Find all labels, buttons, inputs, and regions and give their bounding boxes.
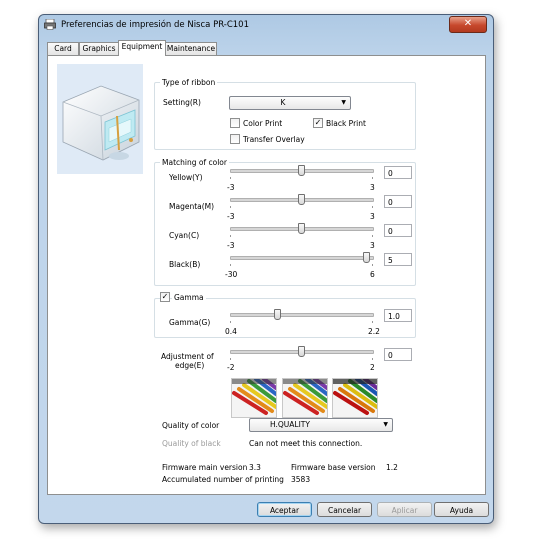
ok-button[interactable]: Aceptar: [257, 502, 312, 517]
magenta-value-field[interactable]: 0: [384, 195, 412, 208]
gamma-tick-max: [372, 321, 373, 323]
gamma-slider-thumb[interactable]: [274, 309, 281, 320]
edge-min: -2: [227, 363, 235, 372]
magenta-tick-max: [372, 206, 373, 208]
black-max: 6: [370, 270, 375, 279]
setting-label: Setting(R): [163, 98, 201, 107]
cyan-value-field[interactable]: 0: [384, 224, 412, 237]
edge-preview-image-soft: [231, 378, 277, 418]
magenta-min: -3: [227, 212, 235, 221]
gamma-value-field[interactable]: 1.0: [384, 309, 412, 322]
black-tick-max: [372, 264, 373, 266]
edge-value-field[interactable]: 0: [384, 348, 412, 361]
chevron-down-icon: ▼: [341, 99, 346, 106]
checkmark-icon: ✓: [161, 292, 169, 301]
magenta-max: 3: [370, 212, 375, 221]
edge-max: 2: [370, 363, 375, 372]
tab-graphics[interactable]: Graphics: [79, 42, 119, 55]
color-matching-title: Matching of color: [160, 158, 229, 167]
edge-tick-max: [372, 358, 373, 360]
magenta-label: Magenta(M): [169, 202, 215, 211]
cyan-max: 3: [370, 241, 375, 250]
gamma-checkbox[interactable]: ✓: [160, 292, 170, 302]
gamma-max: 2.2: [368, 327, 380, 336]
quality-black-note: Can not meet this connection.: [249, 439, 363, 448]
tab-equipment[interactable]: Equipment: [118, 40, 166, 56]
gamma-checkbox-label: Gamma: [172, 293, 206, 302]
printer-icon: [44, 19, 56, 30]
quality-color-value: H.QUALITY: [270, 420, 310, 429]
black-tick-min: [230, 264, 231, 266]
fw-base-label: Firmware base version: [291, 463, 376, 472]
black-print-checkbox[interactable]: ✓: [313, 118, 323, 128]
magenta-slider-thumb[interactable]: [298, 194, 305, 205]
edge-preview-image-sharp: [332, 378, 378, 418]
checkmark-icon: ✓: [314, 118, 322, 127]
fw-main-label: Firmware main version: [162, 463, 248, 472]
black-value-field[interactable]: 5: [384, 253, 412, 266]
yellow-min: -3: [227, 183, 235, 192]
window-title: Preferencias de impresión de Nisca PR-C1…: [61, 20, 249, 30]
gamma-label: Gamma(G): [169, 318, 211, 327]
gamma-tick-min: [230, 321, 231, 323]
cancel-button[interactable]: Cancelar: [317, 502, 372, 517]
accum-label: Accumulated number of printing: [162, 475, 284, 484]
cyan-min: -3: [227, 241, 235, 250]
cyan-tick-min: [230, 235, 231, 237]
black-label: Black(B): [169, 260, 201, 269]
cyan-slider-thumb[interactable]: [298, 223, 305, 234]
color-print-checkbox[interactable]: [230, 118, 240, 128]
black-slider-thumb[interactable]: [363, 252, 370, 263]
edge-preview-image-normal: [282, 378, 328, 418]
black-slider-track[interactable]: [230, 256, 374, 260]
color-print-label: Color Print: [243, 119, 283, 128]
cyan-label: Cyan(C): [169, 231, 200, 240]
yellow-label: Yellow(Y): [169, 173, 203, 182]
title-bar[interactable]: Preferencias de impresión de Nisca PR-C1…: [39, 15, 493, 35]
cyan-tick-max: [372, 235, 373, 237]
equipment-panel: Type of ribbon Setting(R) K ▼ Color Prin…: [47, 55, 486, 495]
chevron-down-icon: ▼: [383, 421, 388, 428]
ribbon-group-title: Type of ribbon: [160, 78, 218, 87]
close-button[interactable]: ✕: [449, 16, 487, 33]
yellow-tick-min: [230, 177, 231, 179]
edge-label-line1: Adjustment of: [161, 352, 214, 361]
black-min: -30: [225, 270, 238, 279]
transfer-overlay-checkbox[interactable]: [230, 134, 240, 144]
yellow-slider-thumb[interactable]: [298, 165, 305, 176]
ribbon-setting-value: K: [280, 98, 286, 107]
quality-black-label: Quality of black: [162, 439, 221, 448]
tab-card[interactable]: Card: [47, 42, 79, 55]
yellow-tick-max: [372, 177, 373, 179]
printer-illustration: [57, 64, 143, 174]
apply-button[interactable]: Aplicar: [377, 502, 432, 517]
fw-base-value: 1.2: [386, 463, 398, 472]
print-preferences-window: Preferencias de impresión de Nisca PR-C1…: [38, 14, 494, 524]
black-print-label: Black Print: [326, 119, 366, 128]
accum-value: 3583: [291, 475, 311, 484]
quality-color-label: Quality of color: [162, 421, 220, 430]
magenta-tick-min: [230, 206, 231, 208]
edge-tick-min: [230, 358, 231, 360]
edge-label-line2: edge(E): [175, 361, 205, 370]
yellow-value-field[interactable]: 0: [384, 166, 412, 179]
ribbon-setting-select[interactable]: K ▼: [229, 96, 351, 110]
transfer-overlay-label: Transfer Overlay: [243, 135, 305, 144]
help-button[interactable]: Ayuda: [434, 502, 489, 517]
yellow-max: 3: [370, 183, 375, 192]
quality-color-select[interactable]: H.QUALITY ▼: [249, 418, 393, 432]
edge-slider-thumb[interactable]: [298, 346, 305, 357]
gamma-slider-track[interactable]: [230, 313, 374, 317]
tab-maintenance[interactable]: Maintenance: [165, 42, 217, 55]
fw-main-value: 3.3: [249, 463, 261, 472]
gamma-min: 0.4: [225, 327, 237, 336]
